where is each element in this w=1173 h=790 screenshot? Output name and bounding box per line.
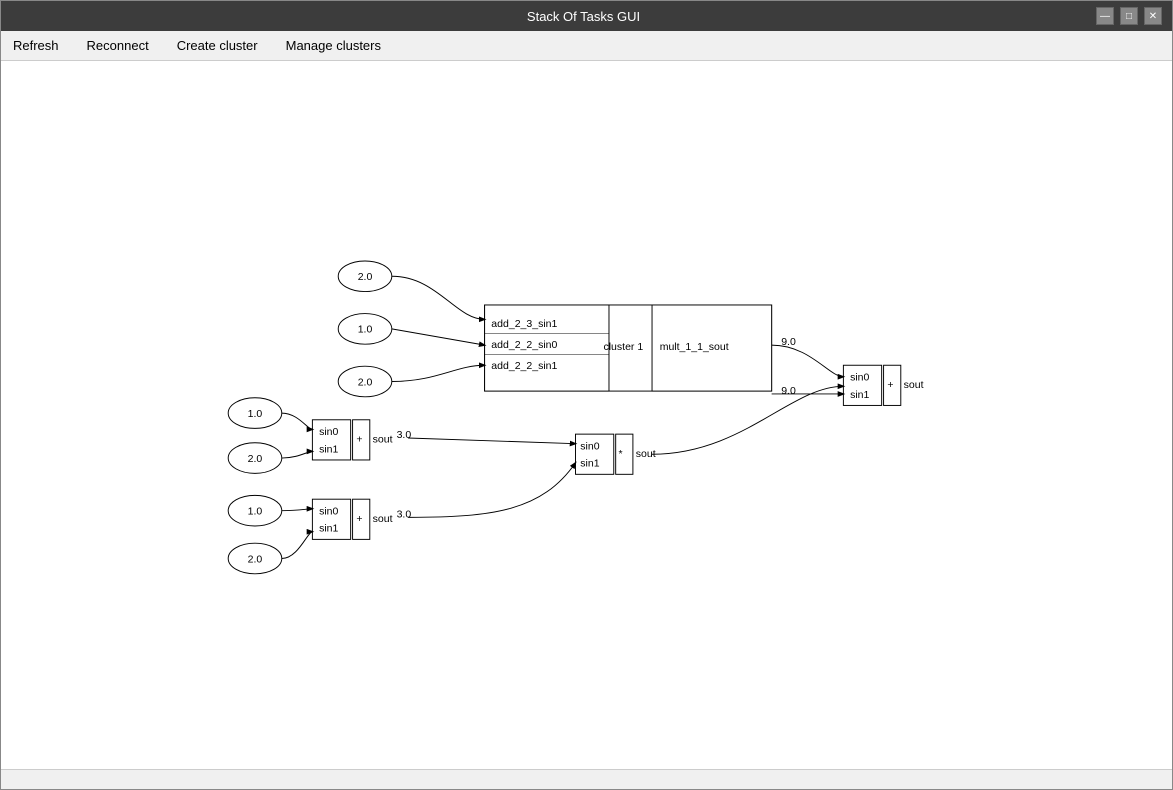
svg-text:1.0: 1.0 (358, 324, 373, 336)
svg-text:sin0: sin0 (319, 506, 338, 518)
svg-text:sout: sout (904, 379, 924, 391)
minimize-button[interactable]: — (1096, 7, 1114, 25)
maximize-button[interactable]: □ (1120, 7, 1138, 25)
svg-text:1.0: 1.0 (248, 408, 263, 420)
svg-text:add_2_2_sin1: add_2_2_sin1 (491, 360, 557, 372)
menu-reconnect[interactable]: Reconnect (83, 36, 153, 55)
window-controls: — □ ✕ (1096, 7, 1162, 25)
diagram-canvas: add_2_3_sin1 add_2_2_sin0 add_2_2_sin1 c… (1, 61, 1172, 769)
status-bar (1, 769, 1172, 789)
svg-text:cluster 1: cluster 1 (603, 341, 643, 353)
output-9-0-bot: 9.0 (781, 385, 796, 397)
svg-text:sin1: sin1 (319, 523, 338, 535)
window-title: Stack Of Tasks GUI (71, 9, 1096, 24)
svg-text:2.0: 2.0 (358, 271, 373, 283)
svg-text:+: + (356, 513, 362, 525)
svg-text:+: + (887, 379, 893, 391)
menu-create-cluster[interactable]: Create cluster (173, 36, 262, 55)
svg-text:2.0: 2.0 (248, 453, 263, 465)
svg-text:sin1: sin1 (319, 443, 338, 455)
svg-text:+: + (356, 434, 362, 446)
svg-text:add_2_2_sin0: add_2_2_sin0 (491, 339, 557, 351)
output-3-0-bot: 3.0 (397, 508, 412, 520)
svg-text:sin0: sin0 (319, 426, 338, 438)
svg-text:add_2_3_sin1: add_2_3_sin1 (491, 318, 557, 330)
svg-text:sin0: sin0 (850, 372, 869, 384)
svg-text:2.0: 2.0 (248, 553, 263, 565)
svg-text:sin0: sin0 (580, 440, 599, 452)
svg-text:2.0: 2.0 (358, 376, 373, 388)
diagram-svg: add_2_3_sin1 add_2_2_sin0 add_2_2_sin1 c… (1, 61, 1172, 769)
close-button[interactable]: ✕ (1144, 7, 1162, 25)
menu-bar: Refresh Reconnect Create cluster Manage … (1, 31, 1172, 61)
svg-text:sout: sout (373, 434, 393, 446)
svg-text:*: * (619, 448, 623, 460)
menu-refresh[interactable]: Refresh (9, 36, 63, 55)
svg-text:sin1: sin1 (850, 389, 869, 401)
menu-manage-clusters[interactable]: Manage clusters (282, 36, 385, 55)
svg-text:1.0: 1.0 (248, 506, 263, 518)
title-bar: Stack Of Tasks GUI — □ ✕ (1, 1, 1172, 31)
svg-text:sin1: sin1 (580, 458, 599, 470)
output-3-0-mid: 3.0 (397, 429, 412, 441)
svg-text:sout: sout (373, 513, 393, 525)
main-window: Stack Of Tasks GUI — □ ✕ Refresh Reconne… (0, 0, 1173, 790)
svg-text:mult_1_1_sout: mult_1_1_sout (660, 341, 729, 353)
